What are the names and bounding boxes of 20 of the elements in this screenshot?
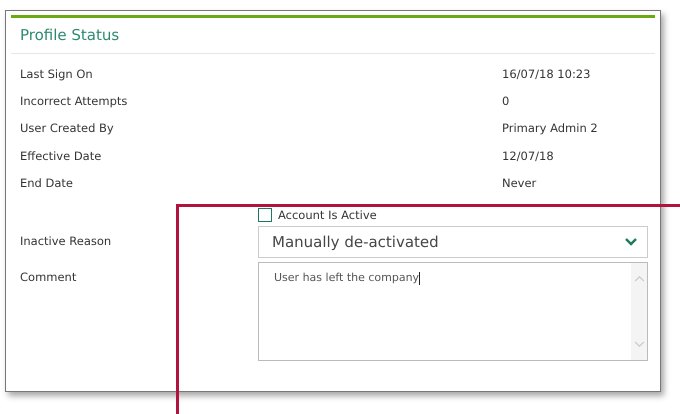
field-label: End Date [19, 176, 74, 190]
field-value: Never [502, 176, 536, 190]
comment-field[interactable]: User has left the company [258, 262, 648, 362]
scroll-down-icon[interactable] [634, 341, 644, 348]
field-value: 12/07/18 [502, 148, 554, 163]
field-label: Incorrect Attempts [19, 94, 128, 108]
field-value: 0 [502, 94, 510, 108]
panel-title: Profile Status [11, 15, 655, 54]
reason-dropdown[interactable]: Manually de-activated [258, 226, 648, 258]
field-label: Last Sign On [19, 66, 94, 81]
checkbox[interactable] [258, 208, 272, 222]
field-label: Inactive Reason [19, 233, 112, 248]
checkbox-label: Account Is Active [278, 208, 377, 222]
field-value: Primary Admin 2 [502, 121, 598, 136]
field-label: Comment [19, 269, 78, 284]
chevron-down-icon [625, 238, 637, 246]
field-label: Effective Date [19, 148, 102, 163]
field-value: 16/07/18 10:23 [502, 66, 590, 81]
field-label: User Created By [19, 121, 115, 136]
scroll-up-icon[interactable] [634, 275, 644, 282]
